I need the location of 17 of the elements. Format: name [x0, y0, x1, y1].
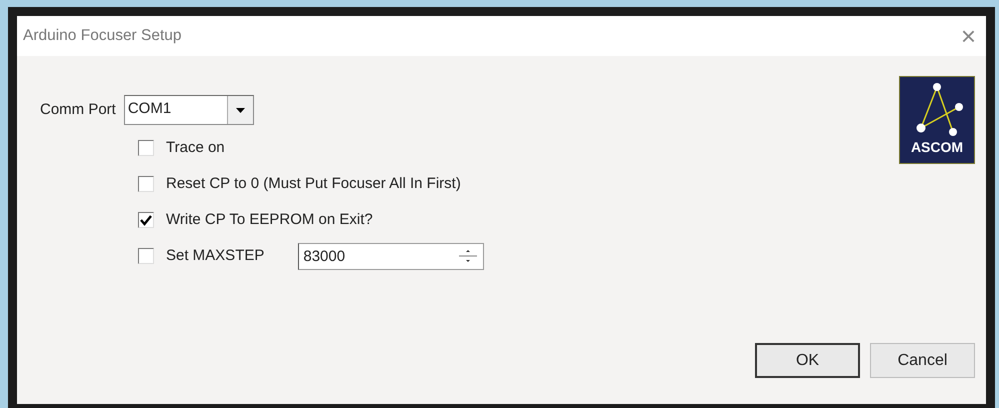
logo-text: ASCOM [910, 140, 964, 154]
checkbox[interactable] [138, 248, 154, 264]
dialog-button[interactable]: OK [755, 343, 860, 378]
checkbox[interactable] [138, 176, 154, 192]
checkbox-label: Write CP To EEPROM on Exit? [166, 210, 373, 230]
checkbox[interactable] [138, 212, 154, 228]
window-title: Arduino Focuser Setup [23, 26, 182, 46]
comm-port-label: Comm Port [40, 100, 116, 120]
checkbox-label: Trace on [166, 138, 225, 158]
caret-icon [236, 108, 245, 112]
dialog-button[interactable]: Cancel [870, 343, 975, 378]
close-button[interactable]: × [958, 23, 978, 49]
checkbox-label: Set MAXSTEP [166, 246, 264, 266]
checkbox[interactable] [138, 140, 154, 156]
maxstep-spin-field[interactable]: 83000 [298, 242, 484, 270]
comm-port-dropdown[interactable]: COM1 [124, 95, 254, 125]
checkbox-label: Reset CP to 0 (Must Put Focuser All In First) [166, 174, 461, 194]
